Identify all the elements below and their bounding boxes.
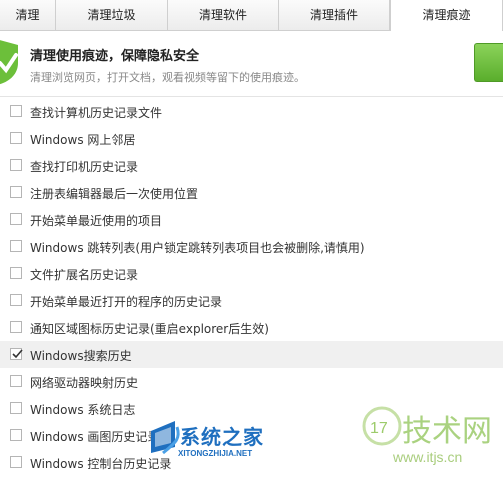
- checkbox[interactable]: [10, 375, 22, 387]
- tab-clean-junk[interactable]: 清理垃圾: [56, 0, 168, 30]
- list-item[interactable]: 通知区域图标历史记录(重启explorer后生效): [0, 314, 503, 341]
- list-item[interactable]: 开始菜单最近使用的项目: [0, 206, 503, 233]
- list-item[interactable]: 注册表编辑器最后一次使用位置: [0, 179, 503, 206]
- item-label: Windows 网上邻居: [30, 133, 136, 147]
- tab-bar: 清理 清理垃圾 清理软件 清理插件 清理痕迹: [0, 0, 503, 31]
- header-subtitle: 清理浏览网页，打开文档，观看视频等留下的使用痕迹。: [30, 71, 305, 84]
- list-item[interactable]: 查找计算机历史记录文件: [0, 98, 503, 125]
- checkbox[interactable]: [10, 267, 22, 279]
- itjs-logo-icon: 17: [362, 406, 402, 446]
- item-label: 查找打印机历史记录: [30, 160, 139, 174]
- shield-check-icon: [0, 40, 18, 85]
- checkbox[interactable]: [10, 294, 22, 306]
- tab-clean-plugins[interactable]: 清理插件: [279, 0, 390, 30]
- list-item[interactable]: 文件扩展名历史记录: [0, 260, 503, 287]
- checkbox[interactable]: [10, 321, 22, 333]
- checkbox[interactable]: [10, 105, 22, 117]
- checkbox[interactable]: [10, 159, 22, 171]
- checkbox[interactable]: [10, 402, 22, 414]
- list-item[interactable]: 网络驱动器映射历史: [0, 368, 503, 395]
- list-item[interactable]: Windows 网上邻居: [0, 125, 503, 152]
- list-item[interactable]: 开始菜单最近打开的程序的历史记录: [0, 287, 503, 314]
- watermark-xitongzhijia: 系统之家: [180, 425, 264, 449]
- item-label: 网络驱动器映射历史: [30, 376, 139, 390]
- item-label: 查找计算机历史记录文件: [30, 106, 163, 120]
- list-item[interactable]: Windows 跳转列表(用户锁定跳转列表项目也会被删除,请慎用): [0, 233, 503, 260]
- divider: [0, 96, 503, 97]
- item-label: 文件扩展名历史记录: [30, 268, 139, 282]
- watermark-xitongzhijia-url: XITONGZHIJIA.NET: [178, 449, 253, 458]
- svg-text:17: 17: [370, 420, 388, 437]
- tab-clean-software[interactable]: 清理软件: [168, 0, 279, 30]
- watermark-itjs: 技术网: [402, 414, 492, 449]
- checkbox[interactable]: [10, 456, 22, 468]
- checkbox-checked[interactable]: [10, 348, 23, 360]
- item-label: 注册表编辑器最后一次使用位置: [30, 187, 199, 201]
- checkbox[interactable]: [10, 186, 22, 198]
- list-item-selected[interactable]: Windows搜索历史: [0, 341, 503, 368]
- item-label: Windows 系统日志: [30, 403, 136, 417]
- header-panel: 清理使用痕迹，保障隐私安全 清理浏览网页，打开文档，观看视频等留下的使用痕迹。: [0, 31, 503, 96]
- tab-clean-traces[interactable]: 清理痕迹: [390, 0, 503, 31]
- item-label: Windows 跳转列表(用户锁定跳转列表项目也会被删除,请慎用): [30, 241, 365, 255]
- item-label: Windows 画图历史记录: [30, 430, 160, 444]
- start-clean-button[interactable]: [474, 43, 503, 82]
- checkbox[interactable]: [10, 429, 22, 441]
- tab-clean[interactable]: 清理: [0, 0, 56, 30]
- checkbox[interactable]: [10, 240, 22, 252]
- checkbox[interactable]: [10, 213, 22, 225]
- item-label: Windows搜索历史: [30, 349, 132, 363]
- watermark-itjs-url: www.itjs.cn: [393, 449, 463, 465]
- checkmark-icon: [12, 349, 23, 359]
- header-title: 清理使用痕迹，保障隐私安全: [30, 49, 200, 64]
- checkbox[interactable]: [10, 132, 22, 144]
- item-label: 开始菜单最近使用的项目: [30, 214, 163, 228]
- item-label: 通知区域图标历史记录(重启explorer后生效): [30, 322, 269, 336]
- item-label: 开始菜单最近打开的程序的历史记录: [30, 295, 223, 309]
- list-item[interactable]: 查找打印机历史记录: [0, 152, 503, 179]
